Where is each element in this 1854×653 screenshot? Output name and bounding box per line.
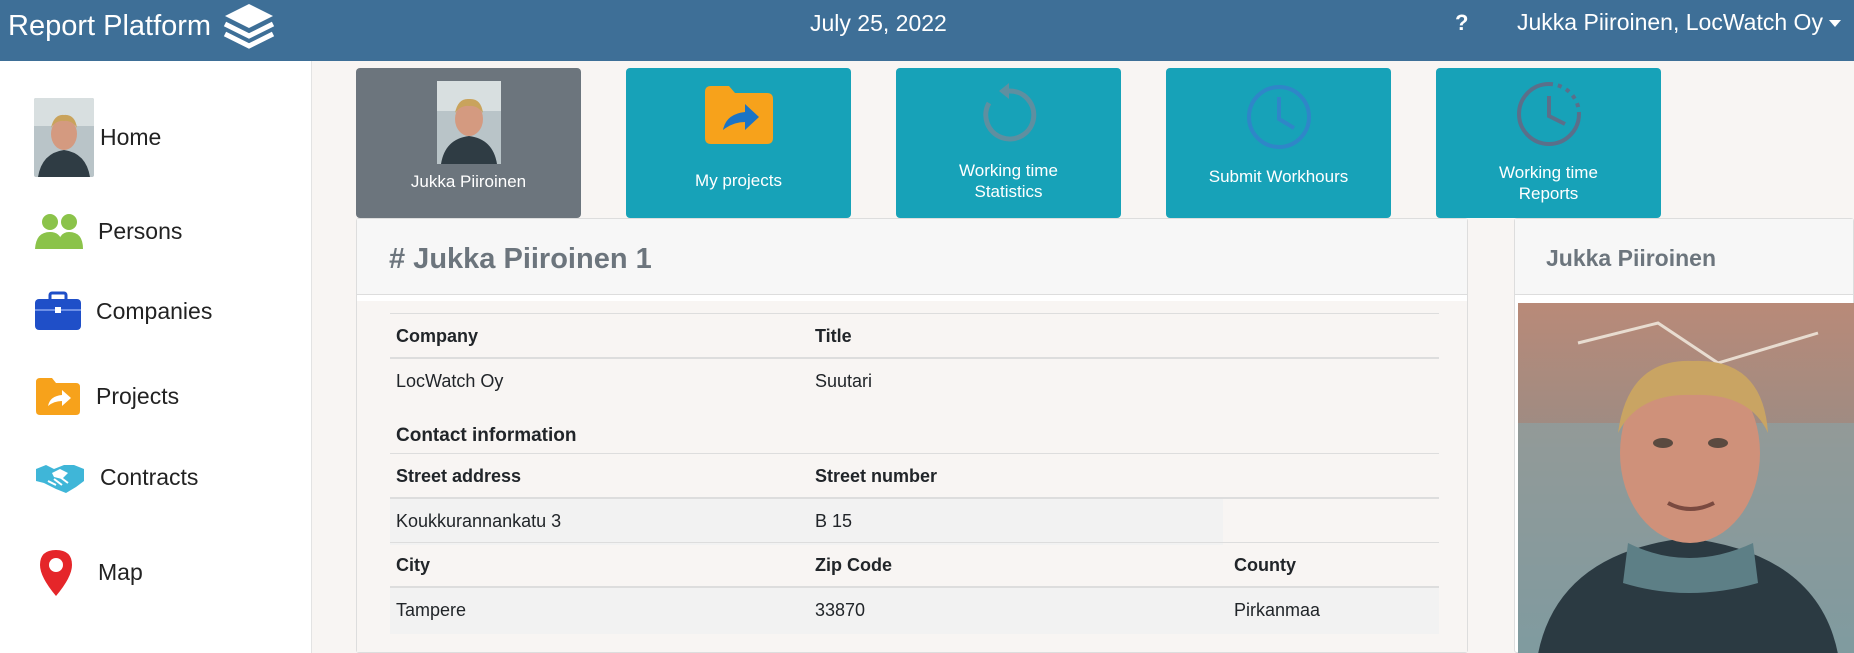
chevron-down-icon bbox=[1828, 20, 1841, 28]
briefcase-icon bbox=[34, 291, 82, 331]
table-header-row: Company Title bbox=[390, 313, 1439, 359]
profile-photo bbox=[1518, 303, 1854, 653]
tile-label-line-1: Working time bbox=[1499, 163, 1598, 182]
tile-label: My projects bbox=[695, 171, 782, 190]
column-header: Street number bbox=[815, 466, 938, 486]
sidebar-item-home[interactable]: Home bbox=[34, 98, 161, 177]
column-header: Street address bbox=[396, 466, 522, 486]
sidebar-item-label: Persons bbox=[98, 217, 183, 244]
person-card: # Jukka Piiroinen 1 Company Title LocWat… bbox=[356, 218, 1468, 653]
table-row: Tampere 33870 Pirkanmaa bbox=[390, 588, 1439, 634]
profile-name: Jukka Piiroinen bbox=[1515, 219, 1853, 295]
card-body: Company Title LocWatch Oy Suutari Contac… bbox=[357, 301, 1467, 652]
map-pin-icon bbox=[34, 547, 78, 597]
tile-label-line-2: Statistics bbox=[974, 182, 1043, 201]
tile-profile[interactable]: Jukka Piiroinen bbox=[356, 68, 581, 218]
profile-card: Jukka Piiroinen bbox=[1514, 218, 1854, 653]
refresh-icon bbox=[896, 81, 1121, 145]
tile-working-time-reports[interactable]: Working time Reports bbox=[1436, 68, 1661, 218]
user-menu[interactable]: Jukka Piiroinen, LocWatch Oy bbox=[1517, 9, 1841, 36]
top-bar: Report Platform July 25, 2022 ? Jukka Pi… bbox=[0, 0, 1854, 61]
title-value: Suutari bbox=[815, 371, 873, 391]
user-name: Jukka Piiroinen, LocWatch Oy bbox=[1517, 9, 1823, 35]
contact-info-title: Contact information bbox=[396, 425, 577, 446]
table-row: LocWatch Oy Suutari bbox=[390, 359, 1439, 405]
help-button[interactable]: ? bbox=[1455, 10, 1468, 36]
column-header: Company bbox=[396, 326, 479, 346]
brand[interactable]: Report Platform bbox=[8, 2, 277, 50]
company-value: LocWatch Oy bbox=[396, 371, 504, 391]
sidebar-item-companies[interactable]: Companies bbox=[34, 291, 212, 331]
sidebar-item-persons[interactable]: Persons bbox=[34, 212, 182, 250]
brand-title: Report Platform bbox=[8, 9, 212, 42]
tile-label-line-1: Working time bbox=[959, 161, 1058, 180]
card-title: # Jukka Piiroinen 1 bbox=[357, 219, 1467, 295]
tile-my-projects[interactable]: My projects bbox=[626, 68, 851, 218]
county-value: Pirkanmaa bbox=[1234, 600, 1321, 620]
tile-label-line-2: Reports bbox=[1518, 184, 1579, 203]
tile-working-time-statistics[interactable]: Working time Statistics bbox=[896, 68, 1121, 218]
avatar bbox=[34, 98, 94, 177]
column-header: County bbox=[1234, 555, 1296, 575]
folder-share-icon bbox=[34, 376, 82, 416]
column-header: Title bbox=[815, 326, 852, 346]
column-header: City bbox=[396, 555, 431, 575]
table-header-row: Street address Street number bbox=[390, 453, 1439, 499]
street-address-value: Koukkurannankatu 3 bbox=[396, 511, 562, 531]
clock-icon bbox=[1166, 84, 1391, 150]
sidebar-item-label: Contracts bbox=[100, 463, 199, 490]
clock-dashed-icon bbox=[1436, 80, 1661, 148]
tile-submit-workhours[interactable]: Submit Workhours bbox=[1166, 68, 1391, 218]
street-number-value: B 15 bbox=[815, 511, 853, 531]
sidebar: Home Persons Companies Projects Contract… bbox=[0, 61, 312, 653]
sidebar-item-map[interactable]: Map bbox=[34, 547, 143, 597]
table-row: Koukkurannankatu 3 B 15 bbox=[390, 499, 1223, 545]
zip-value: 33870 bbox=[815, 600, 866, 620]
sidebar-item-projects[interactable]: Projects bbox=[34, 376, 179, 416]
tile-label: Jukka Piiroinen bbox=[410, 172, 527, 191]
sidebar-item-label: Companies bbox=[96, 297, 213, 324]
city-value: Tampere bbox=[396, 600, 467, 620]
column-header: Zip Code bbox=[815, 555, 892, 575]
layers-icon bbox=[221, 2, 277, 50]
folder-share-icon bbox=[626, 84, 851, 146]
sidebar-item-contracts[interactable]: Contracts bbox=[34, 459, 198, 495]
handshake-icon bbox=[34, 459, 86, 495]
persons-icon bbox=[34, 212, 84, 250]
avatar bbox=[356, 81, 581, 164]
table-header-row: City Zip Code County bbox=[390, 542, 1439, 588]
current-date: July 25, 2022 bbox=[810, 10, 947, 36]
sidebar-item-label: Home bbox=[100, 124, 162, 150]
tile-label: Submit Workhours bbox=[1208, 167, 1349, 186]
sidebar-item-label: Map bbox=[98, 558, 143, 585]
sidebar-item-label: Projects bbox=[96, 382, 180, 409]
